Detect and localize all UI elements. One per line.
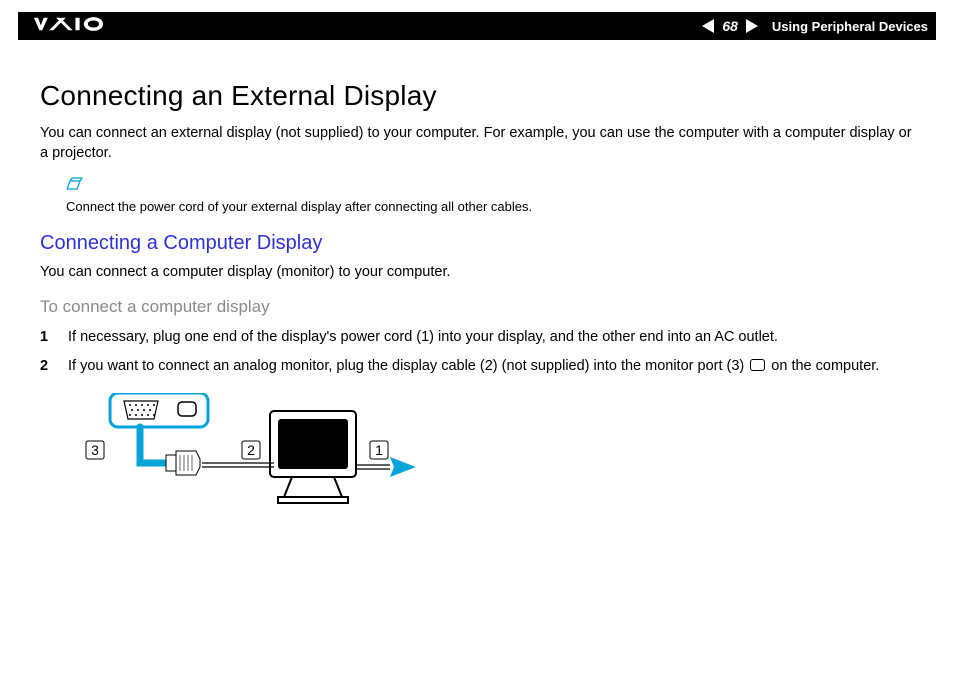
monitor-port-icon [750, 359, 765, 371]
page-content: Connecting an External Display You can c… [40, 80, 914, 528]
step-1: If necessary, plug one end of the displa… [40, 327, 914, 348]
connection-diagram: 3 2 1 [70, 393, 914, 528]
intro-paragraph: You can connect an external display (not… [40, 124, 914, 163]
task-heading: To connect a computer display [40, 297, 914, 317]
vaio-logo [26, 15, 136, 38]
step-2-text-a: If you want to connect an analog monitor… [68, 358, 748, 374]
header-bar: 68 Using Peripheral Devices [18, 12, 936, 40]
subheading: Connecting a Computer Display [40, 232, 914, 255]
section-title: Using Peripheral Devices [772, 19, 928, 34]
diagram-label-2: 2 [247, 442, 255, 458]
prev-page-arrow-icon[interactable] [702, 19, 714, 33]
page-title: Connecting an External Display [40, 80, 914, 112]
step-2-text-b: on the computer. [767, 358, 879, 374]
step-list: If necessary, plug one end of the displa… [40, 327, 914, 377]
sub-intro: You can connect a computer display (moni… [40, 263, 914, 283]
page-number: 68 [720, 18, 740, 34]
step-2: If you want to connect an analog monitor… [40, 356, 914, 377]
diagram-label-3: 3 [91, 442, 99, 458]
note-text: Connect the power cord of your external … [66, 199, 532, 214]
note-block: Connect the power cord of your external … [66, 177, 914, 216]
next-page-arrow-icon[interactable] [746, 19, 758, 33]
note-pencil-icon [66, 177, 914, 196]
diagram-label-1: 1 [375, 442, 383, 458]
